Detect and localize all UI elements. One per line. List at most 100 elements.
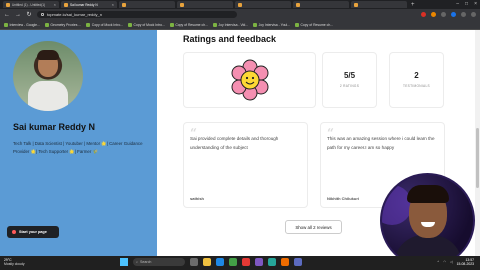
tab-favicon-icon — [64, 2, 68, 7]
bookmark-label: Copy of Resume ch... — [300, 22, 334, 27]
chrome-icon[interactable] — [229, 258, 237, 266]
weather-widget[interactable]: 29°C Mostly cloudy — [4, 258, 25, 267]
show-all-reviews-button[interactable]: Show all 2 reviews — [285, 220, 342, 234]
review-text: Sai provided complete details and thorou… — [190, 136, 279, 150]
testimonials-count: 2 — [414, 71, 419, 80]
tab-favicon-icon — [180, 2, 184, 7]
bookmark-label: Joy Intervisa - Youl... — [258, 22, 290, 27]
bookmark-item[interactable]: Joy Intervisa - Vid... — [212, 22, 248, 27]
bookmark-item[interactable]: Geometry Proxies ... — [44, 22, 82, 27]
bookmarks-bar: Interview - Google... Geometry Proxies .… — [0, 20, 480, 30]
close-tab-icon[interactable]: × — [112, 2, 114, 7]
bookmark-item[interactable]: Copy of Mock Intro... — [128, 22, 165, 27]
close-window-icon[interactable]: × — [474, 1, 477, 7]
tab-favicon-icon — [296, 2, 300, 7]
file-explorer-icon[interactable] — [203, 258, 211, 266]
new-tab-icon[interactable]: + — [411, 2, 415, 8]
browser-tab-active[interactable]: Sai kumar Reddy N × — [61, 1, 117, 8]
bookmark-favicon-icon — [128, 22, 133, 27]
bookmark-item[interactable]: Joy Intervisa - Youl... — [253, 22, 290, 27]
browser-tab[interactable] — [177, 1, 233, 8]
tray-chevron-icon[interactable]: ^ — [437, 260, 439, 264]
browser-tab[interactable] — [293, 1, 349, 8]
extension-icon[interactable] — [451, 12, 456, 17]
reload-icon[interactable]: ↻ — [26, 11, 32, 18]
rating-score: 5/5 — [343, 71, 356, 80]
lock-icon — [41, 13, 44, 16]
url-bar[interactable]: topmate.io/sai_kumar_reddy_n — [37, 11, 237, 18]
back-icon[interactable]: ← — [4, 12, 10, 18]
bookmark-favicon-icon — [4, 22, 8, 27]
search-placeholder: Search — [140, 260, 152, 264]
bookmark-label: Interview - Google... — [9, 22, 40, 27]
browser-tab[interactable] — [119, 1, 175, 8]
profile-panel: Sai kumar Reddy N Tech Talk | Data Scien… — [0, 30, 157, 256]
maximize-icon[interactable]: □ — [465, 1, 468, 7]
testimonials-card: 2 TESTIMONIALS — [389, 52, 444, 108]
bookmark-favicon-icon — [253, 22, 258, 27]
browser-tab[interactable] — [235, 1, 291, 8]
taskbar-search[interactable]: ⌕ Search — [133, 258, 185, 266]
rating-score-card: 5/5 2 RATINGS — [322, 52, 377, 108]
weather-condition: Mostly cloudy — [4, 262, 25, 267]
app-icon[interactable] — [294, 258, 302, 266]
browser-tab[interactable] — [351, 1, 407, 8]
tab-favicon-icon — [354, 2, 358, 7]
extension-icon[interactable] — [431, 12, 436, 17]
browser-tab[interactable]: Untitled (1) - Untitled(1) × — [3, 1, 59, 8]
app-icon[interactable] — [268, 258, 276, 266]
system-tray: ^ ◠ ◁ 13:57 15-08-2023 — [437, 258, 474, 267]
bookmark-label: Copy of Resume ch... — [175, 22, 208, 27]
bookmark-favicon-icon — [212, 22, 217, 27]
wifi-icon[interactable]: ◠ — [443, 260, 446, 264]
scrollbar-thumb[interactable] — [476, 128, 479, 188]
bookmark-favicon-icon — [44, 22, 49, 27]
review-author: sathish — [190, 196, 205, 201]
volume-icon[interactable]: ◁ — [450, 260, 453, 264]
bookmark-item[interactable]: Copy of Resume ch... — [294, 22, 334, 27]
browser-tab-bar: Untitled (1) - Untitled(1) × Sai kumar Re… — [0, 0, 480, 9]
edge-icon[interactable] — [216, 258, 224, 266]
rating-count-label: 2 RATINGS — [339, 84, 360, 88]
windows-taskbar: 29°C Mostly cloudy ⌕ Search ^ ◠ ◁ 13:57 … — [0, 256, 480, 270]
address-toolbar: ← → ↻ topmate.io/sai_kumar_reddy_n — [0, 9, 480, 20]
start-button-label: Start your page — [19, 230, 47, 234]
webcam-overlay — [380, 173, 475, 268]
tab-favicon-icon — [122, 2, 126, 7]
bookmark-item[interactable]: Copy of Mock Intro... — [86, 22, 124, 27]
extensions-area — [421, 12, 476, 17]
review-text: This was an amazing session where i coul… — [327, 136, 435, 150]
app-icon[interactable] — [281, 258, 289, 266]
forward-icon[interactable]: → — [15, 12, 21, 18]
start-your-page-button[interactable]: Start your page — [7, 226, 59, 238]
profile-bio: Tech Talk | Data Scientist | Youtuber | … — [13, 141, 143, 154]
tab-favicon-icon — [238, 2, 242, 7]
clock-date: 15-08-2023 — [456, 262, 474, 267]
bookmark-label: Copy of Mock Intro... — [91, 22, 124, 27]
url-text: topmate.io/sai_kumar_reddy_n — [47, 12, 102, 17]
avatar-hair — [37, 50, 59, 60]
profile-name: Sai kumar Reddy N — [13, 122, 96, 132]
avatar-body — [28, 81, 68, 111]
topmate-logo-icon — [12, 230, 16, 234]
bookmark-item[interactable]: Copy of Resume ch... — [169, 22, 208, 27]
close-tab-icon[interactable]: × — [54, 2, 56, 7]
tab-label: Sai kumar Reddy N — [70, 2, 98, 7]
bookmark-favicon-icon — [169, 22, 174, 27]
webcam-background-light — [382, 185, 412, 225]
task-view-icon[interactable] — [190, 258, 198, 266]
windows-start-icon[interactable] — [120, 258, 128, 266]
bookmark-label: Copy of Mock Intro... — [133, 22, 165, 27]
presenter-hair — [407, 185, 449, 203]
profile-avatar-icon[interactable] — [471, 12, 476, 17]
bookmark-label: Geometry Proxies ... — [50, 22, 82, 27]
app-icon[interactable] — [255, 258, 263, 266]
extension-icon[interactable] — [441, 12, 446, 17]
taskbar-clock[interactable]: 13:57 15-08-2023 — [457, 258, 474, 267]
extension-icon[interactable] — [421, 12, 426, 17]
app-icon[interactable] — [242, 258, 250, 266]
bookmark-item[interactable]: Interview - Google... — [4, 22, 40, 27]
tab-favicon-icon — [6, 2, 10, 7]
extension-icon[interactable] — [461, 12, 466, 17]
minimize-icon[interactable]: – — [456, 1, 459, 7]
